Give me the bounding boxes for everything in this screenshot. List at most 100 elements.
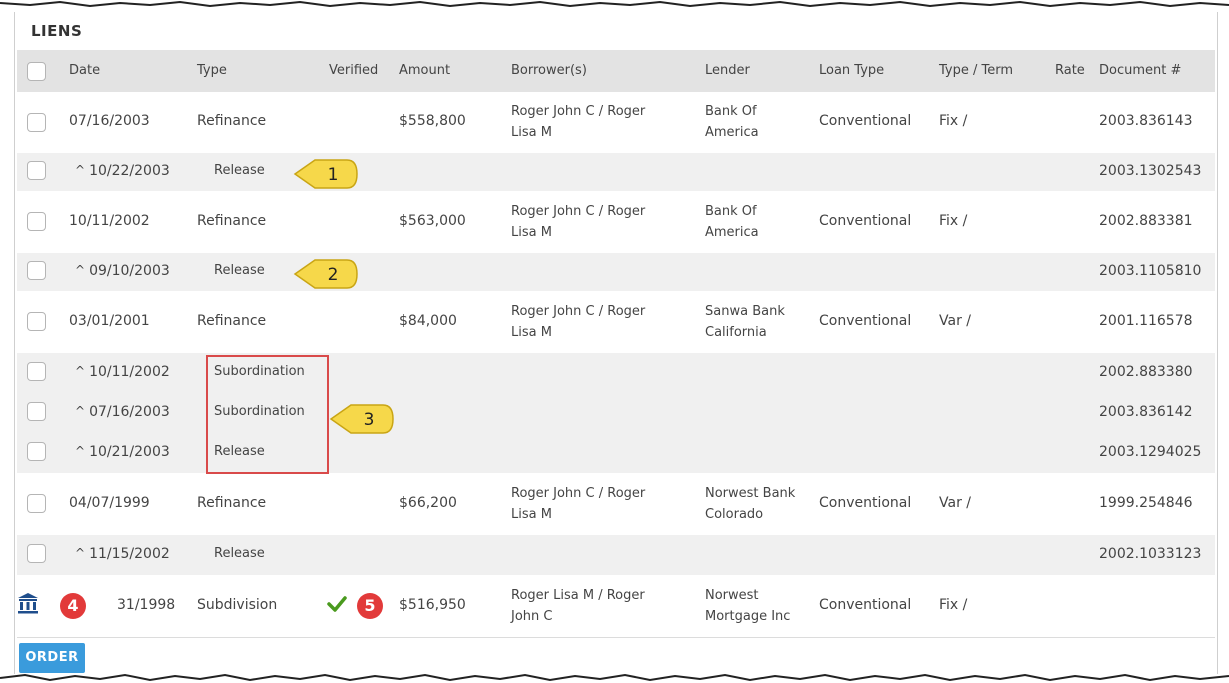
row-checkbox[interactable] <box>27 212 46 231</box>
col-lender[interactable]: Lender <box>705 50 750 92</box>
table-row[interactable]: 31/1998 Subdivision $516,950 Roger Lisa … <box>17 575 1215 638</box>
row-loan-type: Conventional <box>819 313 912 329</box>
bank-icon[interactable] <box>17 592 39 614</box>
col-date[interactable]: Date <box>69 50 100 92</box>
row-checkbox[interactable] <box>27 113 46 132</box>
caret-up-icon: ^ <box>75 404 86 418</box>
row-document: 2003.1302543 <box>1099 163 1202 179</box>
caret-up-icon: ^ <box>75 546 86 560</box>
row-date: 03/01/2001 <box>69 313 150 329</box>
caret-up-icon: ^ <box>75 263 86 277</box>
badge-5: 5 <box>357 593 383 619</box>
row-checkbox[interactable] <box>27 312 46 331</box>
order-button[interactable]: ORDER <box>19 643 85 673</box>
col-rate[interactable]: Rate <box>1055 50 1085 92</box>
row-document: 2001.116578 <box>1099 313 1193 329</box>
row-checkbox[interactable] <box>27 161 46 180</box>
badge-4: 4 <box>60 593 86 619</box>
callout-2: 2 <box>293 259 358 289</box>
row-type: Refinance <box>197 213 267 229</box>
row-date: ^ 09/10/2003 <box>75 263 170 279</box>
row-type: Release <box>214 163 265 178</box>
table-row[interactable]: ^ 11/15/2002 Release 2002.1033123 <box>17 535 1215 576</box>
row-document: 2002.1033123 <box>1099 546 1202 562</box>
row-type: Release <box>214 263 265 278</box>
row-checkbox[interactable] <box>27 402 46 421</box>
table-header: Date Type Verified Amount Borrower(s) Le… <box>17 50 1215 92</box>
row-date: ^ 10/22/2003 <box>75 163 170 179</box>
row-document: 2003.1105810 <box>1099 263 1202 279</box>
col-loan-type[interactable]: Loan Type <box>819 50 884 92</box>
row-date: ^ 07/16/2003 <box>75 404 170 420</box>
table-row[interactable]: 10/11/2002 Refinance $563,000 Roger John… <box>17 191 1215 254</box>
row-loan-type: Conventional <box>819 495 912 511</box>
row-borrowers: Roger John C / Roger Lisa M <box>511 304 646 340</box>
row-type: Release <box>214 546 265 561</box>
select-all-checkbox[interactable] <box>27 62 46 81</box>
caret-up-icon: ^ <box>75 163 86 177</box>
col-verified[interactable]: Verified <box>329 50 378 92</box>
row-document: 2002.883380 <box>1099 364 1193 380</box>
row-lender: Sanwa Bank California <box>705 304 785 340</box>
caret-up-icon: ^ <box>75 444 86 458</box>
row-lender: Norwest Bank Colorado <box>705 486 796 522</box>
col-type-term[interactable]: Type / Term <box>939 50 1013 92</box>
col-amount[interactable]: Amount <box>399 50 450 92</box>
row-amount: $84,000 <box>399 313 457 329</box>
table-row[interactable]: ^ 09/10/2003 Release 2003.1105810 <box>17 253 1215 292</box>
row-checkbox[interactable] <box>27 261 46 280</box>
row-type: Refinance <box>197 313 267 329</box>
callout-3: 3 <box>329 404 394 434</box>
row-type: Subdivision <box>197 597 278 613</box>
row-document: 2002.883381 <box>1099 213 1193 229</box>
table-row[interactable]: ^ 10/11/2002 Subordination 2002.883380 <box>17 353 1215 394</box>
row-date: 31/1998 <box>117 597 176 613</box>
row-borrowers: Roger John C / Roger Lisa M <box>511 104 646 140</box>
table-row[interactable]: ^ 07/16/2003 Subordination 2003.836142 <box>17 393 1215 434</box>
row-type-term: Var / <box>939 495 971 511</box>
row-document: 2003.836142 <box>1099 404 1193 420</box>
caret-up-icon: ^ <box>75 364 86 378</box>
row-type-term: Fix / <box>939 213 968 229</box>
row-amount: $66,200 <box>399 495 457 511</box>
table-row[interactable]: ^ 10/22/2003 Release 2003.1302543 <box>17 153 1215 192</box>
table-row[interactable]: 03/01/2001 Refinance $84,000 Roger John … <box>17 291 1215 354</box>
row-type-term: Fix / <box>939 597 968 613</box>
liens-panel: LIENS Date Type Verified Amount Borrower… <box>14 12 1218 674</box>
row-borrowers: Roger John C / Roger Lisa M <box>511 486 646 522</box>
callout-number: 2 <box>328 265 339 285</box>
row-date: 10/11/2002 <box>69 213 150 229</box>
row-lender: Bank Of America <box>705 204 759 240</box>
check-icon <box>327 596 347 612</box>
highlight-box <box>206 355 329 474</box>
row-type-term: Fix / <box>939 113 968 129</box>
table-row[interactable]: ^ 10/21/2003 Release 2003.1294025 <box>17 433 1215 474</box>
callout-1: 1 <box>293 159 358 189</box>
row-loan-type: Conventional <box>819 597 912 613</box>
col-type[interactable]: Type <box>197 50 227 92</box>
row-date: ^ 11/15/2002 <box>75 546 170 562</box>
row-lender: Bank Of America <box>705 104 759 140</box>
col-borrowers[interactable]: Borrower(s) <box>511 50 587 92</box>
callout-number: 3 <box>364 410 375 430</box>
table-row[interactable]: 07/16/2003 Refinance $558,800 Roger John… <box>17 92 1215 154</box>
col-document[interactable]: Document # <box>1099 50 1181 92</box>
row-borrowers: Roger John C / Roger Lisa M <box>511 204 646 240</box>
row-document: 2003.1294025 <box>1099 444 1202 460</box>
row-lender: Norwest Mortgage Inc <box>705 588 791 624</box>
row-type: Refinance <box>197 113 267 129</box>
row-amount: $558,800 <box>399 113 466 129</box>
row-amount: $516,950 <box>399 597 466 613</box>
panel-title: LIENS <box>31 22 83 40</box>
row-date: 07/16/2003 <box>69 113 150 129</box>
row-loan-type: Conventional <box>819 213 912 229</box>
row-checkbox[interactable] <box>27 544 46 563</box>
row-checkbox[interactable] <box>27 494 46 513</box>
row-checkbox[interactable] <box>27 362 46 381</box>
row-checkbox[interactable] <box>27 442 46 461</box>
row-borrowers: Roger Lisa M / Roger John C <box>511 588 645 624</box>
row-date: ^ 10/11/2002 <box>75 364 170 380</box>
row-date: 04/07/1999 <box>69 495 150 511</box>
row-document: 2003.836143 <box>1099 113 1193 129</box>
table-row[interactable]: 04/07/1999 Refinance $66,200 Roger John … <box>17 473 1215 536</box>
